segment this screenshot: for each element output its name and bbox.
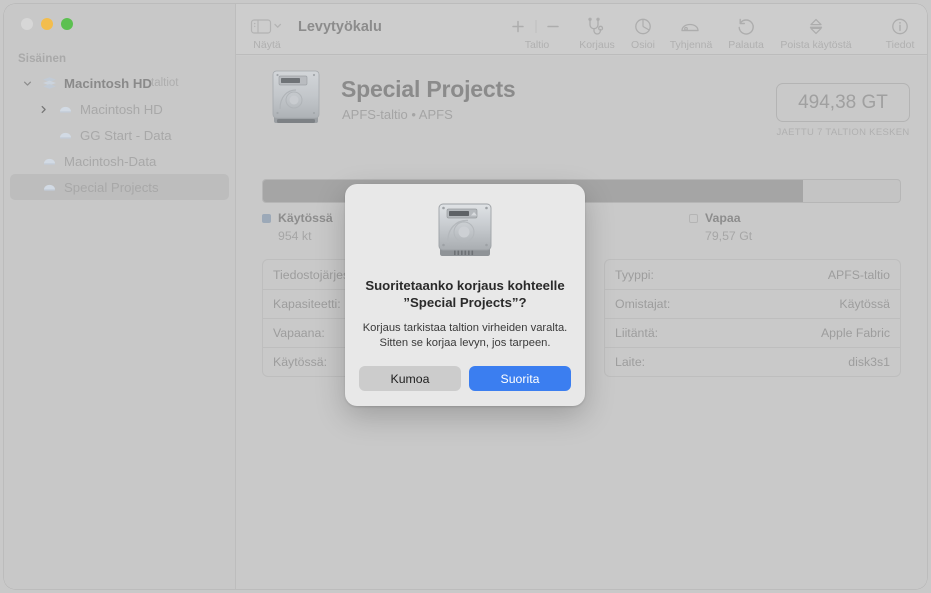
info-value: APFS-taltio: [827, 267, 890, 282]
toolbar-button-tiedot[interactable]: Tiedot: [872, 15, 927, 51]
capacity-value: 494,38 GT: [798, 91, 888, 113]
volume-subtitle: APFS-taltio • APFS: [342, 107, 453, 122]
chevron-down-icon[interactable]: [21, 77, 34, 90]
info-key: Vapaana:: [273, 326, 325, 340]
info-key: Käytössä:: [273, 355, 327, 369]
restore-arrow-icon[interactable]: [736, 15, 756, 37]
info-key: Kapasiteetti:: [273, 297, 341, 311]
volume-icon: [41, 153, 58, 170]
sidebar-item-special-projects[interactable]: Special Projects: [10, 174, 229, 200]
sidebar-item-label: Special Projects: [64, 179, 159, 195]
dialog-message-line2: Sitten se korjaa levyn, jos tarpeen.: [379, 337, 551, 349]
legend-label: Vapaa: [705, 211, 741, 225]
dialog-message: Korjaus tarkistaa taltion virheiden vara…: [357, 321, 573, 351]
legend-label: Käytössä: [278, 211, 333, 225]
hard-drive-icon: [433, 199, 497, 263]
info-value: Käytössä: [839, 297, 890, 311]
table-row: Tyyppi: APFS-taltio: [605, 260, 900, 289]
legend-value: 79,57 Gt: [705, 229, 753, 243]
info-key: Tyyppi:: [615, 267, 654, 282]
info-circle-icon[interactable]: [890, 15, 910, 37]
info-table-right: Tyyppi: APFS-taltio Omistajat: Käytössä …: [604, 259, 901, 377]
unmount-icon[interactable]: [806, 15, 826, 37]
info-value: disk3s1: [848, 355, 890, 369]
pie-chart-icon[interactable]: [633, 15, 653, 37]
close-button[interactable]: [21, 18, 33, 30]
table-row: Omistajat: Käytössä: [605, 289, 900, 318]
volume-icon: [57, 101, 74, 118]
volume-icon: [41, 179, 58, 196]
sidebar-item-macintosh-hd-container[interactable]: Macintosh HD taltiot: [10, 70, 229, 96]
hard-drive-icon: [268, 65, 324, 131]
screenshot-root: Sisäinen Macintosh HD taltiot Macintosh …: [0, 0, 931, 593]
zoom-button[interactable]: [61, 18, 73, 30]
sidebar-item-macintosh-hd-volume[interactable]: Macintosh HD: [10, 96, 229, 122]
dialog-title-line2: ”Special Projects”?: [403, 295, 527, 310]
chevron-right-icon[interactable]: [37, 103, 50, 116]
dialog-button-row: Kumoa Suorita: [359, 366, 571, 391]
table-row: Liitäntä: Apple Fabric: [605, 318, 900, 347]
toolbar: Näytä Levytyökalu Taltio Korjaus Osioi T…: [236, 4, 927, 55]
window-traffic-lights: [21, 18, 73, 30]
dialog-title-line1: Suoritetaanko korjaus kohteelle: [365, 278, 565, 293]
sidebar-item-sublabel: taltiot: [151, 77, 179, 89]
capacity-badge: 494,38 GT: [776, 83, 910, 122]
legend-value: 954 kt: [278, 229, 312, 243]
toolbar-button-label: Osioi: [631, 39, 655, 51]
legend-item-free: Vapaa 79,57 Gt: [689, 211, 752, 243]
stethoscope-icon[interactable]: [586, 15, 608, 37]
sidebar-item-label: GG Start - Data: [80, 127, 172, 143]
sidebar: Sisäinen Macintosh HD taltiot Macintosh …: [4, 4, 235, 589]
sidebar-item-gg-start-data[interactable]: GG Start - Data: [10, 122, 229, 148]
sidebar-section-title: Sisäinen: [18, 53, 67, 65]
volume-icon: [57, 127, 74, 144]
legend-swatch-used: [262, 213, 271, 223]
sidebar-toggle-icon[interactable]: [250, 15, 284, 37]
toolbar-button-label: Tiedot: [885, 39, 915, 51]
dialog-title: Suoritetaanko korjaus kohteelle ”Special…: [359, 277, 571, 311]
toolbar-button-label: Korjaus: [579, 39, 615, 51]
repair-confirmation-dialog: Suoritetaanko korjaus kohteelle ”Special…: [345, 184, 585, 406]
run-button[interactable]: Suorita: [469, 366, 571, 391]
page-title: Special Projects: [341, 76, 516, 102]
legend-item-used: Käytössä 954 kt: [262, 211, 333, 243]
toolbar-view-label: Näytä: [253, 39, 281, 51]
dialog-message-line1: Korjaus tarkistaa taltion virheiden vara…: [362, 322, 568, 334]
disk-stack-icon: [41, 75, 58, 92]
toolbar-view-toggle[interactable]: Näytä: [250, 15, 284, 51]
plus-minus-icon[interactable]: [509, 15, 565, 37]
sidebar-list: Macintosh HD taltiot Macintosh HD GG Sta…: [4, 70, 235, 200]
sidebar-item-label: Macintosh HD: [64, 75, 152, 91]
info-key: Omistajat:: [615, 297, 671, 311]
toolbar-button-taltio[interactable]: Taltio: [506, 15, 568, 51]
sidebar-item-macintosh-data[interactable]: Macintosh-Data: [10, 148, 229, 174]
info-key: Laite:: [615, 355, 646, 369]
cancel-button[interactable]: Kumoa: [359, 366, 461, 391]
legend-swatch-free: [689, 213, 698, 223]
toolbar-button-poista-kaytosta[interactable]: Poista käytöstä: [756, 15, 876, 51]
minimize-button[interactable]: [41, 18, 53, 30]
window-title: Levytyökalu: [298, 19, 382, 35]
table-row: Laite: disk3s1: [605, 347, 900, 376]
erase-disk-icon[interactable]: [679, 15, 703, 37]
sidebar-item-label: Macintosh-Data: [64, 153, 157, 169]
info-value: Apple Fabric: [820, 326, 890, 340]
toolbar-button-label: Taltio: [524, 39, 550, 51]
toolbar-button-label: Poista käytöstä: [780, 39, 852, 51]
sidebar-item-label: Macintosh HD: [80, 101, 163, 117]
info-key: Liitäntä:: [615, 326, 659, 340]
capacity-note: JAETTU 7 TALTION KESKEN: [776, 127, 910, 138]
toolbar-button-label: Tyhjennä: [669, 39, 713, 51]
